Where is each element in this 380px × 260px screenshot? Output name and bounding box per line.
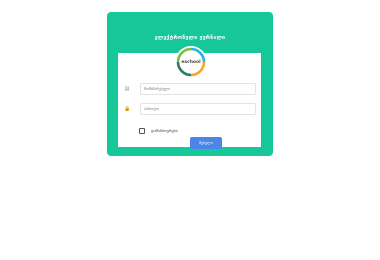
logo: eschool — [175, 46, 207, 78]
login-button[interactable]: შესვლა — [190, 137, 222, 149]
username-row: ▤ — [124, 83, 256, 95]
remember-label: დამახსოვრება — [151, 128, 178, 133]
page-title: ელექტრონული ჟურნალი — [154, 35, 226, 41]
lock-icon: 🔒 — [124, 106, 131, 112]
remember-checkbox[interactable] — [139, 128, 145, 134]
logo-text: eschool — [181, 59, 201, 65]
login-card: ელექტრონული ჟურნალი ▤ 🔒 დამახსოვრება შეს… — [107, 12, 273, 156]
password-input[interactable] — [140, 103, 256, 115]
password-row: 🔒 — [124, 103, 256, 115]
username-input[interactable] — [140, 83, 256, 95]
user-icon: ▤ — [124, 86, 130, 92]
